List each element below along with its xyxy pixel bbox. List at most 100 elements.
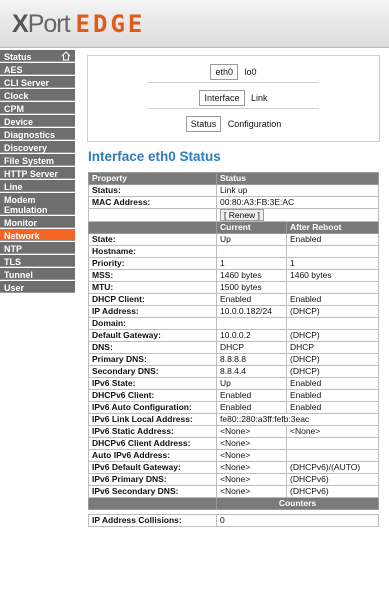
tab-status[interactable]: Status bbox=[185, 116, 222, 132]
tab-lo0[interactable]: lo0 bbox=[245, 67, 257, 77]
tab-configuration[interactable]: Configuration bbox=[228, 119, 282, 129]
row-after: 1460 bytes bbox=[285, 269, 380, 282]
home-icon[interactable] bbox=[61, 51, 71, 61]
row-current: 8.8.4.4 bbox=[216, 365, 287, 378]
row-label: DHCPv6 Client: bbox=[88, 389, 217, 402]
sidebar-item-discovery[interactable]: Discovery bbox=[0, 141, 75, 153]
table-row: IP Address Collisions: 0 bbox=[88, 514, 380, 527]
sidebar-item-device[interactable]: Device bbox=[0, 115, 75, 127]
header-current: Current bbox=[216, 221, 287, 234]
sidebar-item-http-server[interactable]: HTTP Server bbox=[0, 167, 75, 179]
tab-interface[interactable]: Interface bbox=[199, 90, 245, 106]
sidebar-item-label: Modem Emulation bbox=[4, 195, 48, 215]
sidebar-item-status[interactable]: Status bbox=[0, 50, 75, 62]
row-current bbox=[216, 245, 287, 258]
row-current: 1460 bytes bbox=[216, 269, 287, 282]
sidebar-item-tunnel[interactable]: Tunnel bbox=[0, 268, 75, 280]
row-after bbox=[285, 449, 380, 462]
row-current: 10.0.0.182/24 bbox=[216, 305, 287, 318]
row-after bbox=[285, 281, 380, 294]
row-label: IP Address Collisions: bbox=[88, 514, 217, 527]
sidebar-item-label: CLI Server bbox=[4, 78, 50, 88]
row-current: 1 bbox=[216, 257, 287, 270]
sidebar-item-label: CPM bbox=[4, 104, 24, 114]
row-after: (DHCPv6) bbox=[285, 473, 380, 486]
sidebar-item-label: Discovery bbox=[4, 143, 48, 153]
sidebar-item-label: Tunnel bbox=[4, 270, 33, 280]
row-current: <None> bbox=[216, 461, 287, 474]
row-after: (DHCP) bbox=[285, 365, 380, 378]
row-current: 1500 bytes bbox=[216, 281, 287, 294]
sidebar-item-diagnostics[interactable]: Diagnostics bbox=[0, 128, 75, 140]
sidebar-item-network[interactable]: Network bbox=[0, 229, 75, 241]
row-after: 1 bbox=[285, 257, 380, 270]
sidebar-item-user[interactable]: User bbox=[0, 281, 75, 293]
row-current: Enabled bbox=[216, 293, 287, 306]
row-label: Hostname: bbox=[88, 245, 217, 258]
row-value: fe80::280:a3ff:fefb:3eac bbox=[215, 413, 380, 426]
sidebar-item-clock[interactable]: Clock bbox=[0, 89, 75, 101]
sidebar-item-label: NTP bbox=[4, 244, 22, 254]
table-row: IPv6 Static Address: <None> <None> bbox=[88, 425, 380, 438]
row-after: <None> bbox=[285, 425, 380, 438]
row-label: IP Address: bbox=[88, 305, 217, 318]
row-label: IPv6 Static Address: bbox=[88, 425, 217, 438]
table-row: Hostname: bbox=[88, 245, 380, 258]
row-label: DHCPv6 Client Address: bbox=[88, 437, 217, 450]
table-row: MSS: 1460 bytes 1460 bytes bbox=[88, 269, 380, 282]
row-after: (DHCP) bbox=[285, 305, 380, 318]
sidebar-item-cpm[interactable]: CPM bbox=[0, 102, 75, 114]
sidebar-item-aes-credentials[interactable]: AES Credentials bbox=[0, 63, 75, 85]
row-label: IPv6 Default Gateway: bbox=[88, 461, 217, 474]
row-current: 8.8.8.8 bbox=[216, 353, 287, 366]
row-label: DHCP Client: bbox=[88, 293, 217, 306]
header-counters: Counters bbox=[215, 497, 380, 510]
row-current: <None> bbox=[216, 473, 287, 486]
sidebar-item-label: Monitor bbox=[4, 218, 37, 228]
tab-link[interactable]: Link bbox=[251, 93, 268, 103]
row-label: Secondary DNS: bbox=[88, 365, 217, 378]
sidebar-item-line[interactable]: Line bbox=[0, 180, 75, 192]
sidebar-item-label: HTTP Server bbox=[4, 169, 58, 179]
row-label: Domain: bbox=[88, 317, 217, 330]
renew-button[interactable]: [ Renew ] bbox=[220, 209, 264, 221]
table-row: Secondary DNS: 8.8.4.4 (DHCP) bbox=[88, 365, 380, 378]
row-after: (DHCP) bbox=[285, 329, 380, 342]
sidebar-item-file-system[interactable]: File System bbox=[0, 154, 75, 166]
sidebar-item-tls-credentials[interactable]: TLS Credentials bbox=[0, 255, 75, 277]
row-after bbox=[285, 317, 380, 330]
row-after: Enabled bbox=[285, 233, 380, 246]
sidebar-item-label: Device bbox=[4, 117, 34, 127]
row-after: Enabled bbox=[285, 293, 380, 306]
row-label: Status: bbox=[88, 184, 217, 197]
row-label: MAC Address: bbox=[88, 196, 217, 209]
table-row: IP Address: 10.0.0.182/24 (DHCP) bbox=[88, 305, 380, 318]
row-value: 00:80:A3:FB:3E:AC bbox=[215, 196, 380, 209]
table-row: IPv6 State: Up Enabled bbox=[88, 377, 380, 390]
table-row: DNS: DHCP DHCP bbox=[88, 341, 380, 354]
row-current: Enabled bbox=[216, 389, 287, 402]
table-row: DHCPv6 Client Address: <None> bbox=[88, 437, 380, 450]
sidebar-item-ntp[interactable]: NTP bbox=[0, 242, 75, 254]
row-label: IPv6 Primary DNS: bbox=[88, 473, 217, 486]
table-row: Status: Link up bbox=[88, 184, 380, 197]
table-row: DHCP Client: Enabled Enabled bbox=[88, 293, 380, 306]
tab-eth0[interactable]: eth0 bbox=[210, 64, 238, 80]
table-row: Primary DNS: 8.8.8.8 (DHCP) bbox=[88, 353, 380, 366]
table-header-row: Current After Reboot bbox=[88, 221, 380, 234]
table-row: State: Up Enabled bbox=[88, 233, 380, 246]
sidebar-item-label: Diagnostics bbox=[4, 130, 56, 140]
sidebar-item-label: Network bbox=[4, 231, 40, 241]
sidebar-nav: Status AES Credentials CLI Server Clock … bbox=[0, 50, 75, 593]
row-current: Up bbox=[216, 233, 287, 246]
row-label: MTU: bbox=[88, 281, 217, 294]
row-label: Priority: bbox=[88, 257, 217, 270]
sidebar-item-cli-server[interactable]: CLI Server bbox=[0, 76, 75, 88]
row-value: Link up bbox=[215, 184, 380, 197]
header-after-reboot: After Reboot bbox=[285, 221, 380, 234]
sidebar-item-modem-emulation[interactable]: Modem Emulation bbox=[0, 193, 75, 215]
header-blank bbox=[88, 221, 217, 234]
sidebar-item-monitor[interactable]: Monitor bbox=[0, 216, 75, 228]
interface-status-table: Property Status Status: Link up MAC Addr… bbox=[88, 172, 380, 527]
header-blank bbox=[88, 497, 217, 510]
